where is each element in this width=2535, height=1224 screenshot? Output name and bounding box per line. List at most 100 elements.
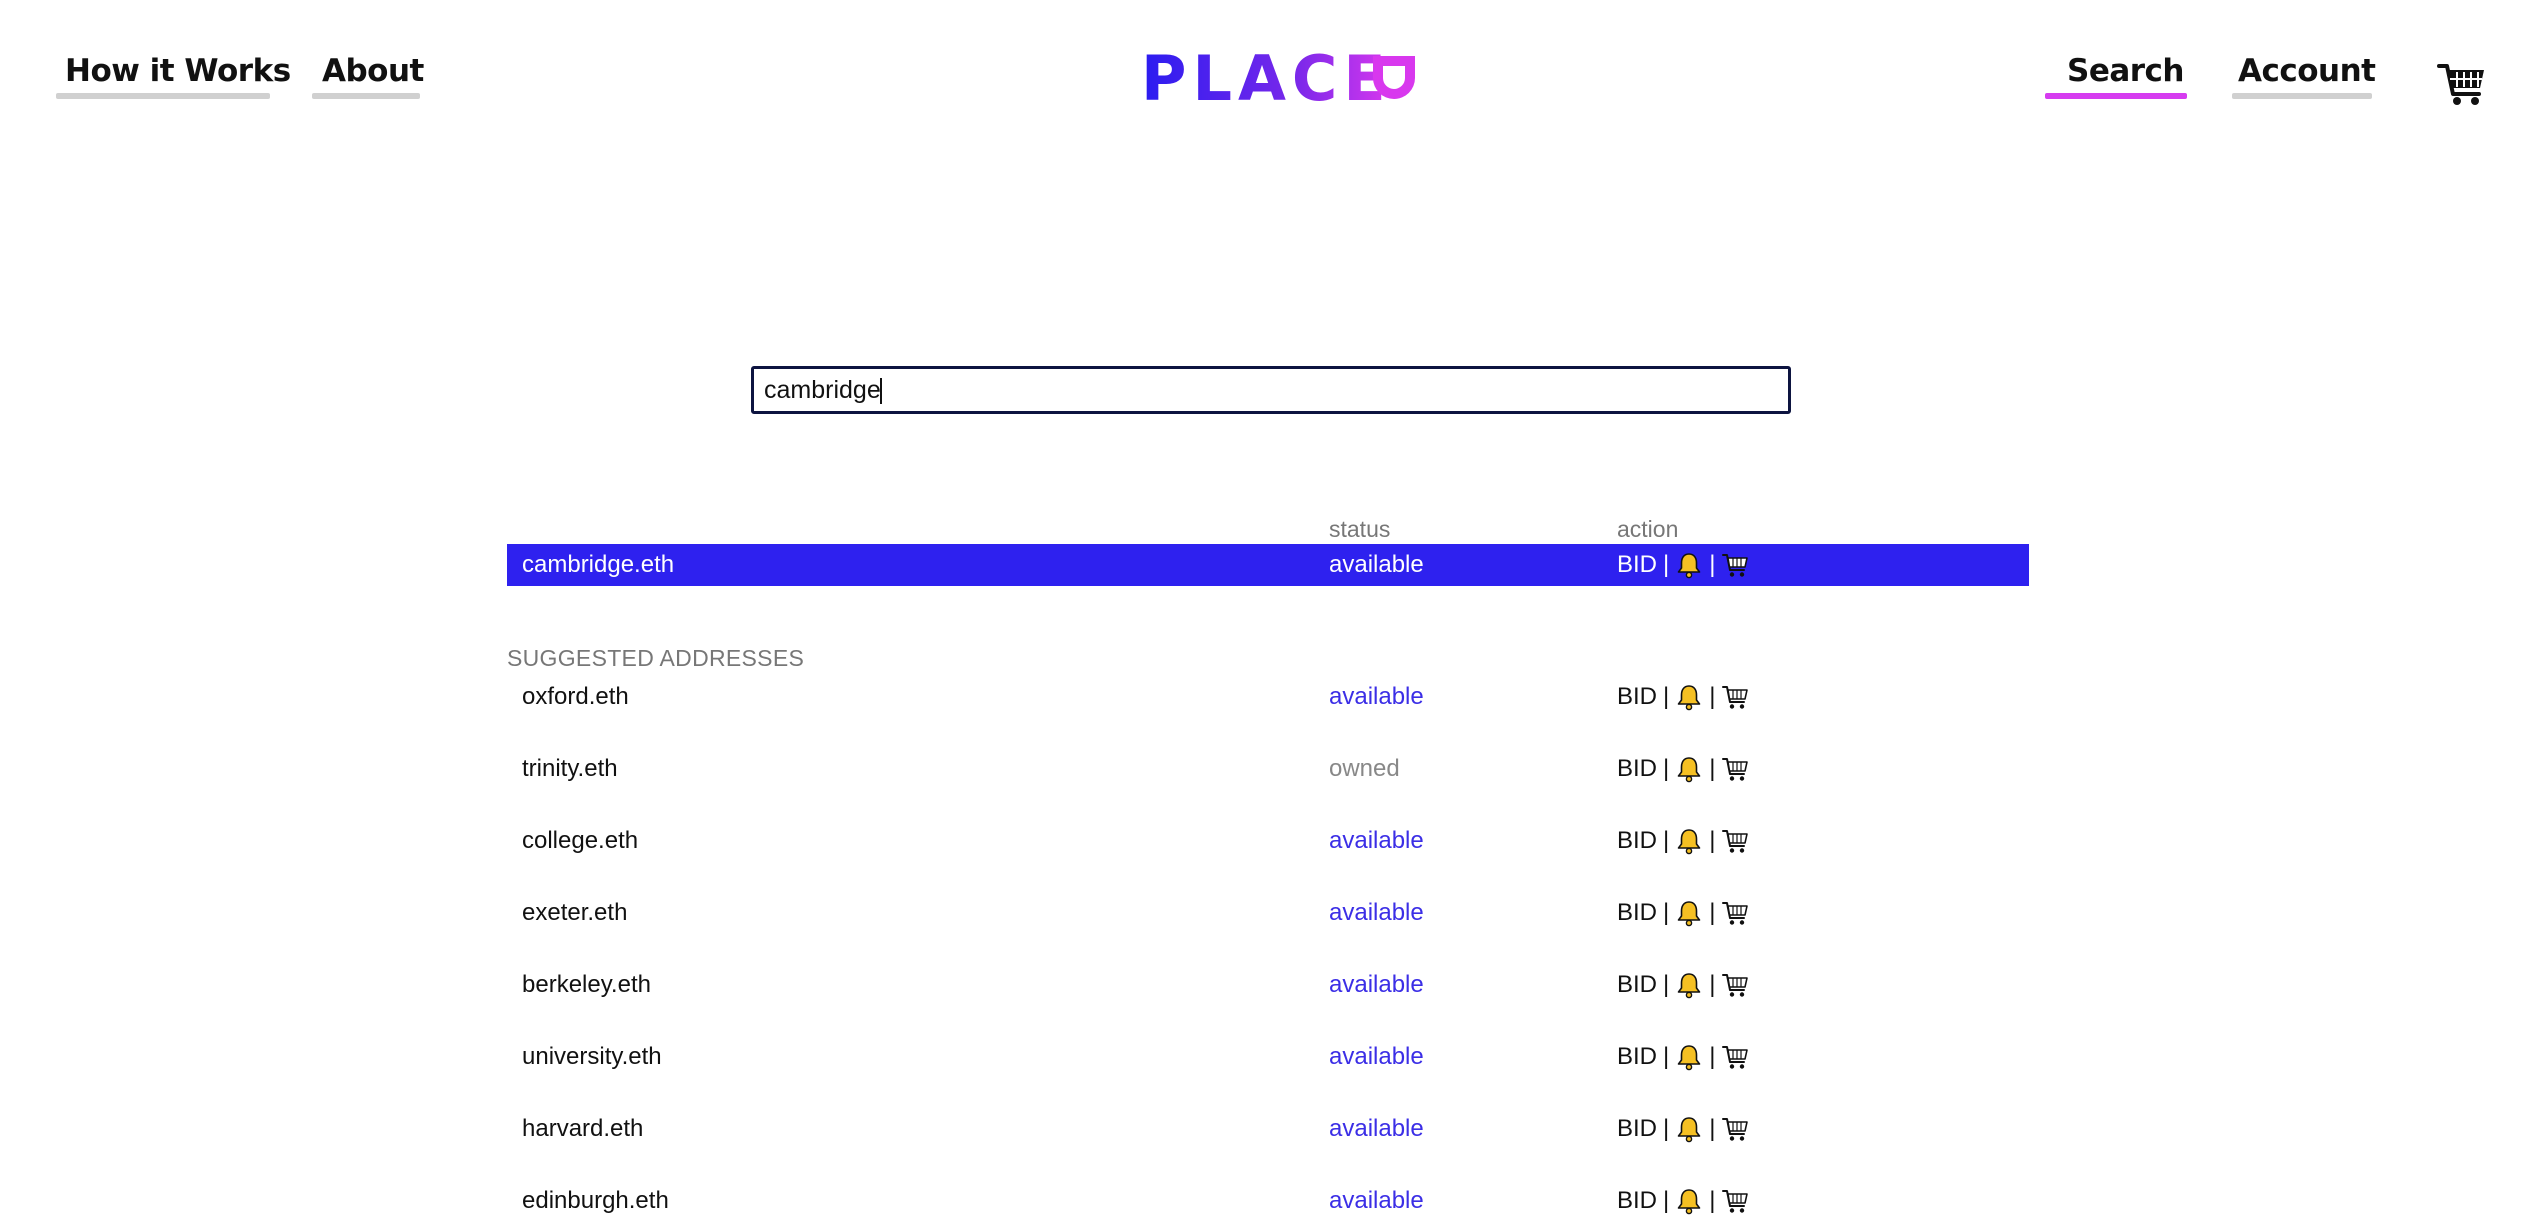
- action-separator: |: [1709, 1187, 1716, 1214]
- bid-button[interactable]: BID: [1617, 1108, 1657, 1150]
- bell-icon[interactable]: [1675, 899, 1703, 927]
- suggestion-status: owned: [1329, 755, 1400, 782]
- suggestion-status: available: [1329, 1115, 1424, 1142]
- action-separator: |: [1709, 1115, 1716, 1142]
- suggestion-actions: BID | |: [1617, 1108, 1749, 1150]
- action-separator: |: [1663, 971, 1670, 998]
- bid-button[interactable]: BID: [1617, 820, 1657, 862]
- action-separator: |: [1709, 755, 1716, 782]
- cart-icon[interactable]: [2437, 60, 2487, 108]
- nav-how-it-works-underline: [56, 93, 270, 99]
- suggestion-row[interactable]: oxford.eth available BID | |: [507, 676, 2029, 718]
- bid-button[interactable]: BID: [1617, 892, 1657, 934]
- bid-button[interactable]: BID: [1617, 748, 1657, 790]
- placeu-logo[interactable]: PLACE: [1141, 46, 1418, 110]
- logo-text: PLACE: [1141, 46, 1392, 110]
- shopping-cart-icon[interactable]: [1721, 1187, 1749, 1215]
- suggestion-name[interactable]: college.eth: [522, 820, 638, 862]
- action-separator: |: [1663, 899, 1670, 926]
- nav-account-underline: [2232, 93, 2372, 99]
- suggestion-status: available: [1329, 827, 1424, 854]
- action-separator: |: [1663, 683, 1670, 710]
- suggestion-actions: BID | |: [1617, 676, 1749, 718]
- bell-icon[interactable]: [1675, 683, 1703, 711]
- bell-icon[interactable]: [1675, 551, 1703, 579]
- search-input[interactable]: [754, 369, 1788, 411]
- nav-how-it-works[interactable]: How it Works: [55, 50, 301, 92]
- column-header-status: status: [1329, 516, 1391, 542]
- shopping-cart-icon[interactable]: [1721, 1115, 1749, 1143]
- nav-search-underline: [2045, 93, 2187, 99]
- result-name[interactable]: cambridge.eth: [522, 544, 674, 586]
- action-separator: |: [1663, 1043, 1670, 1070]
- shopping-cart-icon[interactable]: [1721, 683, 1749, 711]
- bell-icon[interactable]: [1675, 1187, 1703, 1215]
- suggestion-row[interactable]: harvard.eth available BID | |: [507, 1108, 2029, 1150]
- bid-button[interactable]: BID: [1617, 544, 1657, 586]
- shopping-cart-icon[interactable]: [1721, 827, 1749, 855]
- suggestion-name[interactable]: university.eth: [522, 1036, 662, 1078]
- shopping-cart-icon[interactable]: [1721, 551, 1749, 579]
- bell-icon[interactable]: [1675, 755, 1703, 783]
- action-separator: |: [1709, 683, 1716, 710]
- suggestion-actions: BID | |: [1617, 748, 1749, 790]
- action-separator: |: [1663, 1115, 1670, 1142]
- suggestion-actions: BID | |: [1617, 820, 1749, 862]
- action-separator: |: [1663, 1187, 1670, 1214]
- suggestion-name[interactable]: edinburgh.eth: [522, 1180, 669, 1222]
- action-separator: |: [1709, 971, 1716, 998]
- primary-result-row[interactable]: cambridge.eth available BID | |: [507, 544, 2029, 586]
- suggestion-name[interactable]: exeter.eth: [522, 892, 627, 934]
- search-box[interactable]: [751, 366, 1791, 414]
- suggestion-name[interactable]: trinity.eth: [522, 748, 618, 790]
- action-separator: |: [1663, 827, 1670, 854]
- action-separator: |: [1663, 551, 1670, 578]
- suggestion-status: available: [1329, 899, 1424, 926]
- action-separator: |: [1709, 551, 1716, 578]
- nav-search[interactable]: Search: [2057, 50, 2194, 92]
- suggestion-row[interactable]: exeter.eth available BID | |: [507, 892, 2029, 934]
- action-separator: |: [1709, 1043, 1716, 1070]
- suggestion-status: available: [1329, 683, 1424, 710]
- action-separator: |: [1709, 827, 1716, 854]
- suggested-addresses-heading: SUGGESTED ADDRESSES: [507, 645, 805, 671]
- suggestion-actions: BID | |: [1617, 1036, 1749, 1078]
- shopping-cart-icon[interactable]: [1721, 899, 1749, 927]
- suggestion-actions: BID | |: [1617, 964, 1749, 1006]
- result-status: available: [1329, 551, 1424, 578]
- text-caret: [880, 378, 882, 404]
- nav-about-underline: [312, 93, 420, 99]
- bid-button[interactable]: BID: [1617, 1180, 1657, 1222]
- suggestion-status: available: [1329, 1187, 1424, 1214]
- bell-icon[interactable]: [1675, 827, 1703, 855]
- nav-about[interactable]: About: [312, 50, 434, 92]
- bell-icon[interactable]: [1675, 1115, 1703, 1143]
- suggestion-name[interactable]: berkeley.eth: [522, 964, 651, 1006]
- shopping-cart-icon[interactable]: [1721, 1043, 1749, 1071]
- logo-u-mark: [1373, 56, 1415, 99]
- top-navigation: How it Works About PLACE Search Account: [0, 0, 2535, 140]
- nav-account[interactable]: Account: [2228, 50, 2386, 92]
- suggestion-actions: BID | |: [1617, 1180, 1749, 1222]
- suggestion-status: available: [1329, 1043, 1424, 1070]
- result-actions: BID | |: [1617, 544, 1749, 586]
- bid-button[interactable]: BID: [1617, 1036, 1657, 1078]
- suggestion-status: available: [1329, 971, 1424, 998]
- suggestion-row[interactable]: college.eth available BID | |: [507, 820, 2029, 862]
- shopping-cart-icon[interactable]: [1721, 971, 1749, 999]
- suggestion-row[interactable]: trinity.eth owned BID | |: [507, 748, 2029, 790]
- bell-icon[interactable]: [1675, 971, 1703, 999]
- action-separator: |: [1709, 899, 1716, 926]
- column-header-action: action: [1617, 516, 1679, 542]
- shopping-cart-icon[interactable]: [1721, 755, 1749, 783]
- bell-icon[interactable]: [1675, 1043, 1703, 1071]
- suggestion-name[interactable]: oxford.eth: [522, 676, 629, 718]
- suggestion-row[interactable]: berkeley.eth available BID | |: [507, 964, 2029, 1006]
- suggestion-row[interactable]: edinburgh.eth available BID | |: [507, 1180, 2029, 1222]
- action-separator: |: [1663, 755, 1670, 782]
- suggestion-actions: BID | |: [1617, 892, 1749, 934]
- suggestion-row[interactable]: university.eth available BID | |: [507, 1036, 2029, 1078]
- bid-button[interactable]: BID: [1617, 964, 1657, 1006]
- suggestion-name[interactable]: harvard.eth: [522, 1108, 643, 1150]
- bid-button[interactable]: BID: [1617, 676, 1657, 718]
